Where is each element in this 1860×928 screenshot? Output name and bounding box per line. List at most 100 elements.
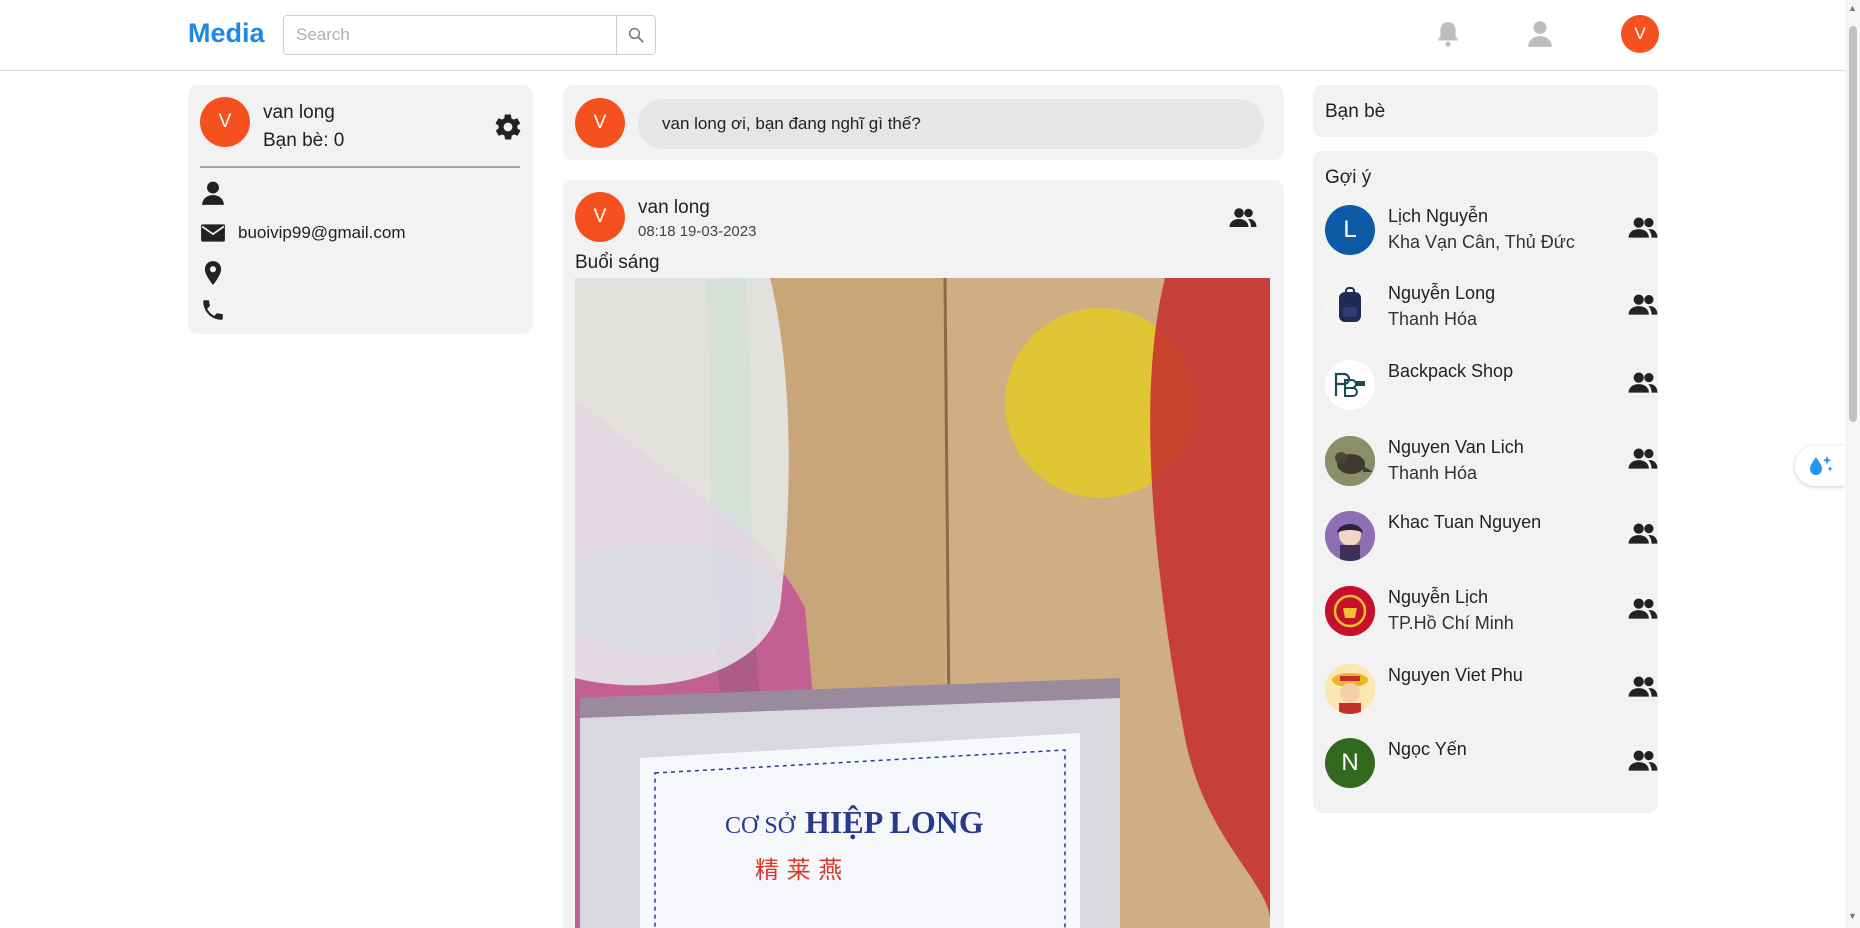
gear-icon [495,114,521,140]
map-pin-icon [204,261,222,285]
add-friend-button[interactable] [1628,446,1658,476]
profile-friends-count: Bạn bè: 0 [263,130,345,151]
add-friend-button[interactable] [1628,215,1658,245]
photo-label-prefix: CƠ SỞ [725,813,797,839]
suggestion-location: Thanh Hóa [1388,463,1478,483]
friends-icon [1628,750,1658,771]
suggestion-item[interactable]: Nguyen Viet Phu [1325,659,1658,719]
suggestion-avatar [1325,360,1375,410]
page-scrollbar[interactable]: ▲ ▼ [1845,0,1860,928]
profile-button[interactable] [1524,18,1556,50]
envelope-icon [201,224,225,242]
post-text: Buổi sáng [575,252,660,273]
profile-location-row [200,260,226,286]
profile-phone-row [200,297,226,323]
friends-icon [1628,598,1658,619]
suggestion-name[interactable]: Backpack Shop [1388,361,1513,382]
profile-name[interactable]: van long [263,102,335,124]
club-crest-image [1325,586,1375,636]
anime-avatar-image [1325,511,1375,561]
suggestion-item[interactable]: Nguyễn Lịch TP.Hồ Chí Minh [1325,581,1658,641]
composer-input[interactable]: van long ơi, bạn đang nghĩ gì thế? [638,99,1264,149]
scroll-up-arrow-icon[interactable]: ▲ [1848,4,1857,13]
water-drop-sparkle-icon [1810,456,1833,475]
profile-email: buoivip99@gmail.com [238,223,406,242]
post-photo-illustration: CƠ SỞ HIỆP LONG 精 莱 燕 [575,278,1270,928]
search-icon [628,27,644,43]
suggestion-name[interactable]: Nguyễn Long [1388,283,1495,304]
suggestion-location: Thanh Hóa [1388,309,1478,329]
post-composer: V van long ơi, bạn đang nghĩ gì thế? [563,85,1284,160]
suggestion-item[interactable]: N Ngọc Yến [1325,733,1658,793]
account-avatar[interactable]: V [1621,15,1659,53]
floating-assistant-button[interactable] [1795,446,1845,486]
add-friend-button[interactable] [1628,292,1658,322]
settings-button[interactable] [493,112,523,142]
phone-icon [203,300,223,320]
photo-label-main: HIỆP LONG [805,804,984,840]
friends-icon [1628,217,1658,238]
add-friend-button[interactable] [1628,596,1658,626]
suggestion-name[interactable]: Nguyen Van Lich [1388,437,1524,458]
suggestion-avatar: N [1325,738,1375,788]
profile-user-row [200,180,226,206]
top-navbar: Media V [0,0,1845,71]
add-friend-button[interactable] [1628,748,1658,778]
friends-icon [1628,294,1658,315]
bell-icon [1438,22,1458,47]
suggestion-name[interactable]: Ngọc Yến [1388,739,1467,760]
suggestion-item[interactable]: Backpack Shop [1325,355,1658,415]
suggestion-item[interactable]: Nguyễn Long Thanh Hóa [1325,277,1658,337]
post-photo[interactable]: CƠ SỞ HIỆP LONG 精 莱 燕 [575,278,1270,928]
friends-icon [1628,448,1658,469]
backpack-image [1325,282,1375,332]
suggestion-avatar [1325,586,1375,636]
bird-photo-image [1325,436,1375,486]
suggestion-name[interactable]: Khac Tuan Nguyen [1388,512,1541,533]
suggestion-avatar: L [1325,205,1375,255]
suggestion-item[interactable]: Nguyen Van Lich Thanh Hóa [1325,431,1658,491]
suggestion-avatar [1325,282,1375,332]
friends-title: Bạn bè [1325,101,1386,122]
scrollbar-thumb[interactable] [1849,26,1857,422]
friends-card: Bạn bè [1313,85,1658,137]
brand-logo[interactable]: Media [188,18,265,49]
suggestions-title: Gợi ý [1325,167,1372,188]
suggestion-avatar [1325,436,1375,486]
scroll-down-arrow-icon[interactable]: ▼ [1848,912,1857,921]
search-button[interactable] [616,16,655,54]
profile-avatar[interactable]: V [200,97,250,147]
add-friend-button[interactable] [1628,674,1658,704]
suggestion-location: Kha Vạn Cân, Thủ Đức [1388,232,1575,252]
composer-avatar: V [575,98,625,148]
suggestion-item[interactable]: Khac Tuan Nguyen [1325,506,1658,566]
photo-label-chinese: 精 莱 燕 [755,856,842,884]
profile-email-row: buoivip99@gmail.com [200,220,406,246]
suggestion-avatar [1325,511,1375,561]
post-audience-button[interactable] [1229,204,1259,234]
cartoon-avatar-image [1325,664,1375,714]
suggestion-location: TP.Hồ Chí Minh [1388,613,1514,633]
profile-divider [200,166,520,168]
search-input[interactable] [284,16,616,54]
friends-icon [1628,523,1658,544]
post-author-avatar[interactable]: V [575,192,625,242]
suggestion-item[interactable]: L Lịch Nguyễn Kha Vạn Cân, Thủ Đức [1325,200,1658,260]
suggestion-name[interactable]: Nguyen Viet Phu [1388,665,1523,686]
post-card: V van long 08:18 19-03-2023 Buổi sáng CƠ… [563,180,1284,928]
suggestion-avatar [1325,664,1375,714]
shop-logo-image [1325,360,1375,410]
friends-icon [1628,372,1658,393]
user-icon [1528,21,1552,47]
friends-icon [1628,676,1658,697]
suggestions-card: Gợi ý L Lịch Nguyễn Kha Vạn Cân, Thủ Đức… [1313,151,1658,813]
user-icon [202,181,224,205]
add-friend-button[interactable] [1628,521,1658,551]
search-box [283,15,656,55]
notifications-button[interactable] [1432,18,1464,50]
friends-icon [1229,208,1257,227]
suggestion-name[interactable]: Lịch Nguyễn [1388,206,1488,227]
post-author-name[interactable]: van long [638,197,710,219]
add-friend-button[interactable] [1628,370,1658,400]
suggestion-name[interactable]: Nguyễn Lịch [1388,587,1488,608]
